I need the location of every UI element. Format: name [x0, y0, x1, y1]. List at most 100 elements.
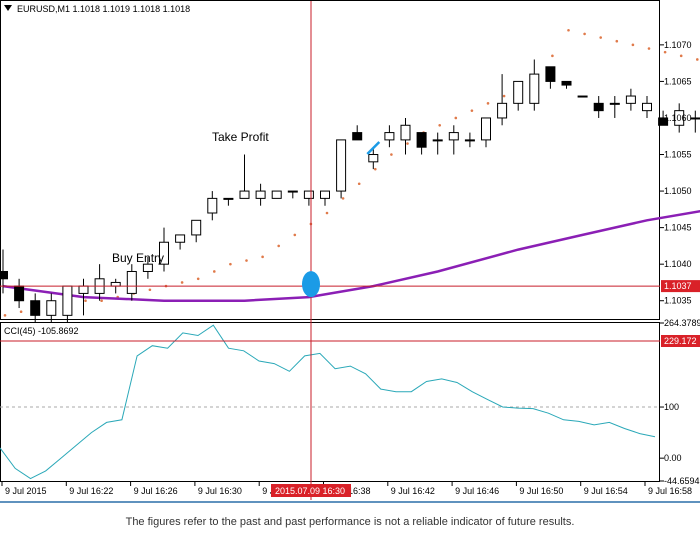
sar-dot	[196, 277, 200, 281]
candle-body-up	[529, 73, 540, 104]
candle-body-up	[690, 117, 700, 120]
price-axis-tick-label: 1.1065	[664, 76, 692, 86]
candle-body-up	[142, 263, 153, 272]
buy-entry-marker	[302, 271, 320, 298]
cci-marker-tag-label: 229.172	[664, 336, 697, 346]
time-axis-label: 9 Jul 16:58	[648, 486, 692, 496]
price-chart-title: EURUSD,M1 1.1018 1.1019 1.1018 1.1018	[17, 4, 190, 14]
chart-svg: 1.1070 1.1065 1.1060 1.1055 1.1050 1.1045 1.10…	[0, 0, 700, 503]
candle-body-up	[207, 197, 218, 214]
candle-body-up	[191, 219, 202, 236]
time-axis-label: 9 Jul 16:46	[455, 486, 499, 496]
sar-dot	[647, 47, 651, 50]
candle-body-up	[223, 197, 234, 200]
candle-body-up	[448, 132, 459, 141]
candle-body-down	[0, 270, 8, 280]
candle-body-up	[625, 95, 636, 104]
sar-dot	[615, 39, 619, 43]
sar-dot	[229, 262, 232, 266]
candle-body-down	[593, 102, 604, 112]
chart-title-triangle-icon	[4, 5, 12, 11]
buy-entry-label: Buy Entry	[112, 251, 164, 265]
sar-dot	[438, 123, 442, 127]
sar-dot	[502, 94, 506, 98]
sar-dot	[470, 109, 474, 112]
candle-body-up	[577, 95, 588, 98]
candle-body-up	[239, 190, 250, 199]
time-axis-label: 9 Jul 2015	[5, 486, 47, 496]
sar-dot	[148, 288, 152, 292]
candle-body-up	[46, 300, 57, 316]
sar-dot	[390, 153, 393, 156]
current-price-tag-label: 1.1037	[664, 281, 692, 291]
sar-dot	[696, 58, 699, 61]
candle-body-down	[352, 132, 363, 141]
sar-dot	[245, 259, 248, 262]
sar-dot	[357, 182, 361, 186]
price-axis-tick-label: 1.1045	[664, 223, 692, 233]
sar-dot	[180, 281, 184, 284]
candle-body-up	[271, 190, 282, 199]
sar-dot	[551, 54, 554, 58]
candle-body-up	[336, 139, 347, 192]
disclaimer-text: The figures refer to the past and past p…	[125, 516, 575, 528]
candle-body-up	[497, 102, 508, 119]
price-layer	[0, 28, 700, 323]
sar-dot	[599, 36, 602, 39]
candle-body-down	[14, 285, 25, 302]
sar-dot	[583, 32, 586, 36]
sar-dot	[486, 102, 490, 105]
sar-dot	[325, 211, 329, 215]
sar-dot	[19, 310, 23, 313]
cci-panel-frame	[0, 322, 660, 482]
sar-dot	[84, 299, 87, 303]
time-axis-label: 9 Jul 16:54	[584, 486, 628, 496]
cci-axis-tick-label: 100	[664, 402, 679, 412]
time-axis-label: 9 Jul 16:30	[198, 486, 242, 496]
candle-body-down	[30, 300, 41, 316]
cci-axis-tick-label: -44.6594	[664, 476, 700, 486]
candle-body-up	[513, 80, 524, 104]
price-axis-tick-label: 1.1070	[664, 40, 692, 50]
sar-dot	[567, 28, 570, 32]
sar-dot	[213, 270, 216, 273]
candle-body-up	[255, 190, 266, 199]
price-axis-tick-label: 1.1060	[664, 113, 692, 123]
cci-chart-title: CCI(45) -105.8692	[4, 326, 79, 336]
candle-body-up	[609, 102, 620, 105]
candle-body-up	[175, 234, 186, 243]
price-axis-tick-label: 1.1050	[664, 186, 692, 196]
candle-body-up	[368, 154, 379, 163]
sar-dot	[100, 299, 103, 303]
sar-dot	[679, 54, 683, 58]
time-axis-label: 9 Jul 16:22	[69, 486, 113, 496]
sar-dot	[631, 43, 635, 47]
candle-body-up	[320, 190, 330, 199]
time-axis-label: 9 Jul 16:42	[391, 486, 435, 496]
price-axis-tick-label: 1.1035	[664, 296, 692, 306]
take-profit-label: Take Profit	[212, 130, 269, 144]
price-axis-tick-label: 1.1040	[664, 259, 692, 269]
candle-body-down	[416, 132, 427, 148]
sar-dot	[261, 255, 264, 259]
candle-body-up	[110, 281, 121, 287]
candle-body-up	[432, 139, 443, 142]
sar-dot	[406, 142, 409, 145]
candle-body-up	[78, 285, 89, 294]
moving-average-line	[2, 209, 700, 302]
candle-body-up	[400, 124, 411, 141]
candle-body-up	[126, 270, 137, 294]
candle-body-up	[384, 132, 395, 141]
sar-dot	[374, 167, 377, 171]
candle-body-up	[481, 117, 491, 141]
cci-layer	[0, 324, 660, 480]
time-axis-label: 9 Jul 16:50	[519, 486, 563, 496]
price-axis-tick-label: 1.1055	[664, 150, 692, 160]
sar-dot	[663, 50, 667, 54]
crosshair-time-label: 2015.07.09 16:30	[275, 486, 345, 496]
sar-dot	[341, 197, 345, 200]
candle-body-up	[303, 190, 314, 199]
candle-body-up	[287, 190, 298, 193]
cci-axis-tick-label: 264.3789	[664, 318, 700, 328]
time-axis-label: 9 Jul 16:26	[134, 486, 178, 496]
